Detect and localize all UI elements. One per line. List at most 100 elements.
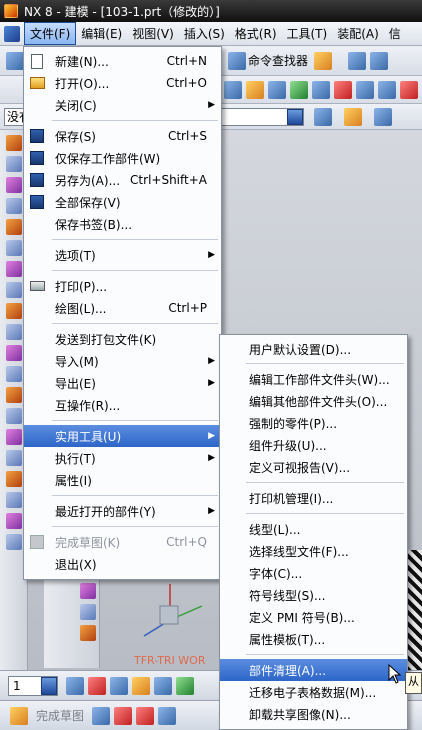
sphere-icon[interactable] — [6, 534, 22, 550]
edge-icon[interactable] — [378, 80, 396, 99]
menu-item-utilities[interactable]: 实用工具(U) ▶ — [24, 425, 221, 447]
circle-icon[interactable] — [158, 706, 177, 725]
menu-item-new[interactable]: 新建(N)... Ctrl+N — [24, 50, 221, 72]
eraser-icon[interactable] — [374, 107, 392, 126]
submenu-item-define-pmi-symbol[interactable]: 定义 PMI 符号(B)... — [220, 606, 407, 628]
pattern-icon[interactable] — [6, 282, 22, 298]
block-icon[interactable] — [6, 471, 22, 487]
menu-item-recent-parts[interactable]: 最近打开的部件(Y) ▶ — [24, 500, 221, 522]
csys-icon[interactable] — [110, 676, 128, 695]
extrude-icon[interactable] — [6, 156, 22, 172]
finish-sketch-button[interactable]: 完成草图 — [36, 707, 84, 724]
curve-icon[interactable] — [80, 583, 96, 599]
menu-item-print[interactable]: 打印(P)... — [24, 275, 221, 297]
menu-format[interactable]: 格式(R) — [230, 23, 282, 44]
filter-icon[interactable] — [246, 80, 264, 99]
menu-insert[interactable]: 插入(S) — [179, 23, 230, 44]
chamfer-icon[interactable] — [6, 240, 22, 256]
cone-icon[interactable] — [6, 513, 22, 529]
orient-view-icon[interactable] — [132, 676, 150, 695]
submenu-item-select-line-font-file[interactable]: 选择线型文件(F)... — [220, 540, 407, 562]
menu-file[interactable]: 文件(F) — [24, 22, 77, 45]
display-icon[interactable] — [312, 80, 330, 99]
menu-item-close[interactable]: 关闭(C) ▶ — [24, 94, 221, 116]
menu-item-execute[interactable]: 执行(T) ▶ — [24, 447, 221, 469]
menu-item-save[interactable]: 保存(S) Ctrl+S — [24, 125, 221, 147]
layer-settings-icon[interactable] — [66, 676, 84, 695]
menu-item-exit[interactable]: 退出(X) — [24, 553, 221, 575]
shell-icon[interactable] — [6, 261, 22, 277]
layer-combo[interactable]: 1 — [8, 675, 58, 696]
mirror-icon[interactable] — [6, 303, 22, 319]
menu-info[interactable]: 信 — [384, 23, 406, 44]
menu-item-save-all[interactable]: 全部保存(V) — [24, 191, 221, 213]
menu-item-plot[interactable]: 绘图(L)... Ctrl+P — [24, 297, 221, 319]
menu-item-export[interactable]: 导出(E) ▶ — [24, 372, 221, 394]
datum-csys-icon[interactable] — [6, 450, 22, 466]
face-icon[interactable] — [356, 80, 374, 99]
line-icon[interactable] — [114, 706, 133, 725]
submenu-item-component-upgrade[interactable]: 组件升级(U)... — [220, 434, 407, 456]
wcs-icon[interactable] — [176, 676, 194, 695]
blend-icon[interactable] — [6, 219, 22, 235]
nx-app-icon[interactable] — [4, 4, 18, 18]
revolve-icon[interactable] — [6, 177, 22, 193]
cylinder-icon[interactable] — [6, 492, 22, 508]
menu-assembly[interactable]: 装配(A) — [332, 23, 384, 44]
submenu-item-mandatory-parts[interactable]: 强制的零件(P)... — [220, 412, 407, 434]
nx-logo-icon[interactable] — [6, 51, 24, 70]
submenu-item-line-font[interactable]: 线型(L)... — [220, 518, 407, 540]
point-icon[interactable] — [290, 80, 308, 99]
menu-view[interactable]: 视图(V) — [127, 23, 179, 44]
add-icon[interactable] — [344, 107, 362, 126]
help-icon[interactable] — [314, 51, 333, 70]
snap-icon[interactable] — [314, 107, 332, 126]
profile-icon[interactable] — [92, 706, 111, 725]
move-component-icon[interactable] — [154, 676, 172, 695]
menu-item-send-to-package[interactable]: 发送到打包文件(K) — [24, 328, 221, 350]
grid-snap-icon[interactable] — [268, 80, 286, 99]
trim-body-icon[interactable] — [6, 324, 22, 340]
unite-icon[interactable] — [6, 345, 22, 361]
submenu-item-migrate-spreadsheet[interactable]: 迁移电子表格数据(M)... — [220, 681, 407, 703]
menu-item-import[interactable]: 导入(M) ▶ — [24, 350, 221, 372]
hole-icon[interactable] — [6, 198, 22, 214]
intersect-icon[interactable] — [6, 387, 22, 403]
submenu-item-part-cleanup[interactable]: 部件清理(A)... — [220, 659, 407, 681]
chevron-down-icon[interactable] — [287, 108, 303, 125]
menu-item-save-as[interactable]: 另存为(A)... Ctrl+Shift+A — [24, 169, 221, 191]
datum-plane-icon[interactable] — [6, 408, 22, 424]
menu-item-save-work-part[interactable]: 仅保存工作部件(W) — [24, 147, 221, 169]
submenu-item-symbol-font[interactable]: 符号线型(S)... — [220, 584, 407, 606]
grid-icon[interactable] — [370, 51, 389, 70]
command-finder[interactable]: 命令查找器 — [226, 51, 308, 70]
offset-icon[interactable] — [80, 625, 96, 641]
menu-item-interoperate[interactable]: 互操作(R)... — [24, 394, 221, 416]
submenu-item-edit-other-part-header[interactable]: 编辑其他部件文件头(O)... — [220, 390, 407, 412]
subtract-icon[interactable] — [6, 366, 22, 382]
menu-item-open[interactable]: 打开(O)... Ctrl+O — [24, 72, 221, 94]
surface-icon[interactable] — [80, 604, 96, 620]
submenu-item-define-visual-report[interactable]: 定义可视报告(V)... — [220, 456, 407, 478]
submenu-item-unload-shared-image[interactable]: 卸载共享图像(N)... — [220, 703, 407, 725]
chevron-down-icon[interactable] — [41, 676, 57, 695]
menu-item-options[interactable]: 选项(T) ▶ — [24, 244, 221, 266]
submenu-item-printer-admin[interactable]: 打印机管理(I)... — [220, 487, 407, 509]
submenu-item-user-defaults[interactable]: 用户默认设置(D)... — [220, 338, 407, 360]
menu-tools[interactable]: 工具(T) — [282, 23, 333, 44]
start-icon[interactable] — [4, 25, 20, 42]
menu-item-properties[interactable]: 属性(I) — [24, 469, 221, 491]
submenu-item-fonts[interactable]: 字体(C)... — [220, 562, 407, 584]
pen-icon[interactable] — [348, 51, 367, 70]
snap-point-icon[interactable] — [88, 676, 106, 695]
sketch-toolbar-icon[interactable] — [10, 706, 28, 725]
submenu-item-attribute-templates[interactable]: 属性模板(T)... — [220, 628, 407, 650]
down-arrow-icon[interactable] — [400, 80, 418, 99]
menu-edit[interactable]: 编辑(E) — [76, 23, 127, 44]
menu-item-save-bookmark[interactable]: 保存书签(B)... — [24, 213, 221, 235]
stop-icon[interactable] — [334, 80, 352, 99]
sketch-icon[interactable] — [6, 135, 22, 151]
submenu-item-edit-work-part-header[interactable]: 编辑工作部件文件头(W)... — [220, 368, 407, 390]
datum-axis-icon[interactable] — [6, 429, 22, 445]
sheet-icon[interactable] — [224, 80, 242, 99]
